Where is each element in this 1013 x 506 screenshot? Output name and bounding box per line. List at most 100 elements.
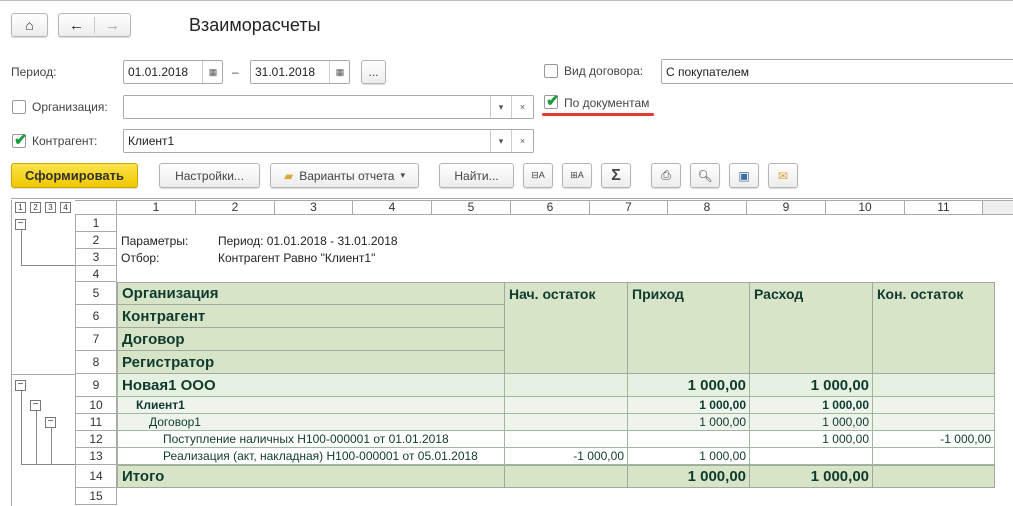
period-label: Период: bbox=[11, 65, 57, 79]
column-header[interactable]: 11 bbox=[905, 200, 983, 215]
row-value: 1 000,00 bbox=[627, 465, 750, 488]
calendar-icon[interactable]: ▦ bbox=[329, 61, 350, 83]
report-variants-button[interactable]: ▰ Варианты отчета ▾ bbox=[270, 163, 419, 188]
row-header[interactable]: 3 bbox=[75, 249, 117, 266]
column-header[interactable]: 5 bbox=[432, 200, 511, 215]
email-button[interactable]: ✉ bbox=[768, 163, 798, 188]
row-header[interactable]: 4 bbox=[75, 266, 117, 282]
sum-button[interactable]: Σ bbox=[601, 163, 631, 188]
contractor-value: Клиент1 bbox=[128, 134, 175, 148]
level-2-button[interactable]: 2 bbox=[30, 202, 41, 213]
column-header-filler bbox=[983, 200, 1013, 215]
row-header[interactable]: 11 bbox=[75, 414, 117, 431]
collapse-group-icon[interactable]: − bbox=[15, 380, 26, 391]
column-header[interactable]: 10 bbox=[826, 200, 905, 215]
by-documents-checkbox[interactable]: ✔ bbox=[544, 93, 559, 110]
dropdown-icon[interactable]: ▾ bbox=[490, 130, 511, 152]
date-to-input[interactable]: 31.01.2018 ▦ bbox=[250, 60, 350, 84]
row-header[interactable]: 14 bbox=[75, 465, 117, 488]
row-header[interactable]: 13 bbox=[75, 448, 117, 465]
calendar-icon[interactable]: ▦ bbox=[202, 61, 223, 83]
collapse-group-icon[interactable]: − bbox=[15, 219, 26, 230]
preview-button[interactable]: 🔍︎ bbox=[690, 163, 720, 188]
row-name: Клиент1 bbox=[117, 397, 505, 414]
row-value: -1 000,00 bbox=[872, 431, 995, 448]
row-header[interactable]: 5 bbox=[75, 282, 117, 305]
expand-groups-button[interactable]: ⊞A bbox=[562, 163, 592, 188]
header-income: Приход bbox=[627, 282, 750, 374]
row-name: Поступление наличных Н100-000001 от 01.0… bbox=[117, 431, 505, 448]
row-header[interactable]: 2 bbox=[75, 232, 117, 249]
date-to-value: 31.01.2018 bbox=[255, 65, 316, 79]
date-from-input[interactable]: 01.01.2018 ▦ bbox=[123, 60, 223, 84]
group-expand-icon: ⊞A bbox=[570, 170, 584, 180]
row-header[interactable]: 7 bbox=[75, 328, 117, 351]
collapse-groups-button[interactable]: ⊟A bbox=[523, 163, 553, 188]
row-header[interactable]: 8 bbox=[75, 351, 117, 374]
row-header[interactable]: 1 bbox=[75, 215, 117, 232]
row-header[interactable]: 10 bbox=[75, 397, 117, 414]
contractor-input[interactable]: Клиент1 ▾ × bbox=[123, 129, 534, 153]
contract-type-input[interactable]: С покупателем bbox=[661, 59, 1013, 84]
clear-icon[interactable]: × bbox=[511, 130, 533, 152]
collapse-group-icon[interactable]: − bbox=[45, 417, 56, 428]
contractor-checkbox[interactable]: ✔ bbox=[12, 132, 27, 149]
level-1-button[interactable]: 1 bbox=[15, 202, 26, 213]
check-icon: ✔ bbox=[14, 132, 28, 149]
row-value: 1 000,00 bbox=[749, 414, 873, 431]
column-header[interactable]: 2 bbox=[196, 200, 275, 215]
save-button[interactable]: ▣ bbox=[729, 163, 759, 188]
row-value: 1 000,00 bbox=[749, 431, 873, 448]
find-button[interactable]: Найти... bbox=[439, 163, 514, 188]
outline-line bbox=[51, 428, 52, 465]
period-select-button[interactable]: ... bbox=[361, 60, 386, 84]
org-checkbox[interactable] bbox=[12, 100, 26, 114]
row-header[interactable]: 6 bbox=[75, 305, 117, 328]
by-documents-label: По документам bbox=[564, 96, 650, 110]
sheet-left-border bbox=[11, 200, 12, 506]
column-header[interactable]: 6 bbox=[511, 200, 590, 215]
column-header[interactable]: 7 bbox=[590, 200, 668, 215]
back-button[interactable]: ← bbox=[59, 17, 94, 34]
column-header[interactable]: 1 bbox=[117, 200, 196, 215]
org-label: Организация: bbox=[32, 100, 108, 114]
forward-button[interactable]: → bbox=[94, 16, 130, 34]
dropdown-icon[interactable]: ▾ bbox=[490, 96, 511, 118]
column-header[interactable]: 8 bbox=[668, 200, 747, 215]
print-button[interactable]: ⎙ bbox=[651, 163, 681, 188]
clear-icon[interactable]: × bbox=[511, 96, 533, 118]
params-value: Период: 01.01.2018 - 31.01.2018 bbox=[218, 234, 398, 248]
home-button[interactable]: ⌂ bbox=[11, 13, 48, 37]
folder-icon: ▰ bbox=[283, 168, 294, 183]
settings-button[interactable]: Настройки... bbox=[159, 163, 260, 188]
org-input[interactable]: ▾ × bbox=[123, 95, 534, 119]
column-header[interactable]: 3 bbox=[275, 200, 353, 215]
period-dash: – bbox=[232, 65, 239, 79]
collapse-group-icon[interactable]: − bbox=[30, 400, 41, 411]
header-contract: Договор bbox=[117, 328, 505, 351]
sheet-top-border bbox=[11, 198, 1013, 199]
header-closing-balance: Кон. остаток bbox=[872, 282, 995, 374]
row-value bbox=[504, 465, 628, 488]
level-4-button[interactable]: 4 bbox=[60, 202, 71, 213]
column-header[interactable]: 9 bbox=[747, 200, 826, 215]
contract-type-checkbox[interactable] bbox=[544, 64, 558, 78]
header-registrar: Регистратор bbox=[117, 351, 505, 374]
group-icon: ⊟A bbox=[531, 170, 545, 180]
row-header[interactable]: 12 bbox=[75, 431, 117, 448]
generate-button[interactable]: Сформировать bbox=[11, 163, 138, 188]
home-icon: ⌂ bbox=[25, 17, 34, 33]
outline-divider bbox=[11, 374, 75, 375]
chevron-down-icon: ▾ bbox=[400, 170, 406, 180]
red-underline-annotation bbox=[542, 113, 654, 116]
envelope-icon: ✉ bbox=[777, 168, 789, 183]
printer-icon: ⎙ bbox=[661, 168, 671, 182]
row-header[interactable]: 9 bbox=[75, 374, 117, 397]
header-contractor: Контрагент bbox=[117, 305, 505, 328]
contractor-label: Контрагент: bbox=[32, 134, 98, 148]
level-3-button[interactable]: 3 bbox=[45, 202, 56, 213]
row-header[interactable]: 15 bbox=[75, 488, 117, 505]
row-value: 1 000,00 bbox=[627, 397, 750, 414]
column-header[interactable]: 4 bbox=[353, 200, 432, 215]
row-name: Договор1 bbox=[117, 414, 505, 431]
